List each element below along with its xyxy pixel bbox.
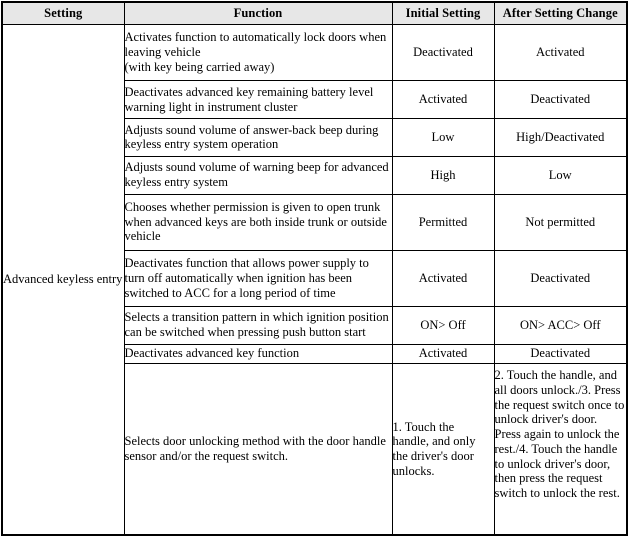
initial-setting-cell: High bbox=[391, 155, 495, 195]
function-cell: Chooses whether permission is given to o… bbox=[123, 193, 393, 251]
vehicle-settings-table: Setting Function Initial Setting After S… bbox=[1, 1, 628, 536]
function-cell: Deactivates advanced key function bbox=[123, 343, 393, 365]
after-setting-change-cell: Deactivated bbox=[493, 249, 628, 307]
function-cell: Adjusts sound volume of warning beep for… bbox=[123, 155, 393, 195]
after-setting-change-cell: 2. Touch the handle, and all doors unloc… bbox=[493, 363, 628, 536]
function-cell: Selects door unlocking method with the d… bbox=[123, 363, 393, 536]
table-header: Setting Function Initial Setting After S… bbox=[1, 1, 628, 25]
initial-setting-cell: ON> Off bbox=[391, 305, 495, 345]
initial-setting-cell: 1. Touch the handle, and only the driver… bbox=[391, 363, 495, 536]
column-header-setting: Setting bbox=[1, 1, 125, 25]
initial-setting-cell: Activated bbox=[391, 80, 495, 119]
after-setting-change-cell: Deactivated bbox=[493, 343, 628, 365]
function-cell: Activates function to automatically lock… bbox=[123, 23, 393, 82]
after-setting-change-cell: Activated bbox=[493, 23, 628, 82]
initial-setting-cell: Activated bbox=[391, 249, 495, 307]
function-cell: Adjusts sound volume of answer-back beep… bbox=[123, 117, 393, 157]
function-cell: Deactivates function that allows power s… bbox=[123, 249, 393, 307]
function-cell: Deactivates advanced key remaining batte… bbox=[123, 80, 393, 119]
column-header-initial-setting: Initial Setting bbox=[391, 1, 495, 25]
initial-setting-cell: Low bbox=[391, 117, 495, 157]
column-header-function: Function bbox=[123, 1, 393, 25]
column-header-after-setting-change: After Setting Change bbox=[493, 1, 628, 25]
after-setting-change-cell: Not permitted bbox=[493, 193, 628, 251]
settings-table-container: Setting Function Initial Setting After S… bbox=[0, 0, 628, 541]
table-header-row: Setting Function Initial Setting After S… bbox=[1, 1, 628, 25]
initial-setting-cell: Permitted bbox=[391, 193, 495, 251]
setting-group-cell: Advanced keyless entry bbox=[1, 24, 125, 536]
initial-setting-cell: Activated bbox=[391, 343, 495, 365]
table-row: Advanced keyless entry Activates functio… bbox=[1, 23, 628, 536]
after-setting-change-cell: High/Deactivated bbox=[493, 117, 628, 157]
initial-setting-cell: Deactivated bbox=[391, 23, 495, 82]
after-setting-change-cell: ON> ACC> Off bbox=[493, 305, 628, 345]
function-cell: Selects a transition pattern in which ig… bbox=[123, 305, 393, 345]
table-body: Advanced keyless entry Activates functio… bbox=[1, 23, 628, 536]
after-setting-change-cell: Deactivated bbox=[493, 80, 628, 119]
after-setting-change-cell: Low bbox=[493, 155, 628, 195]
